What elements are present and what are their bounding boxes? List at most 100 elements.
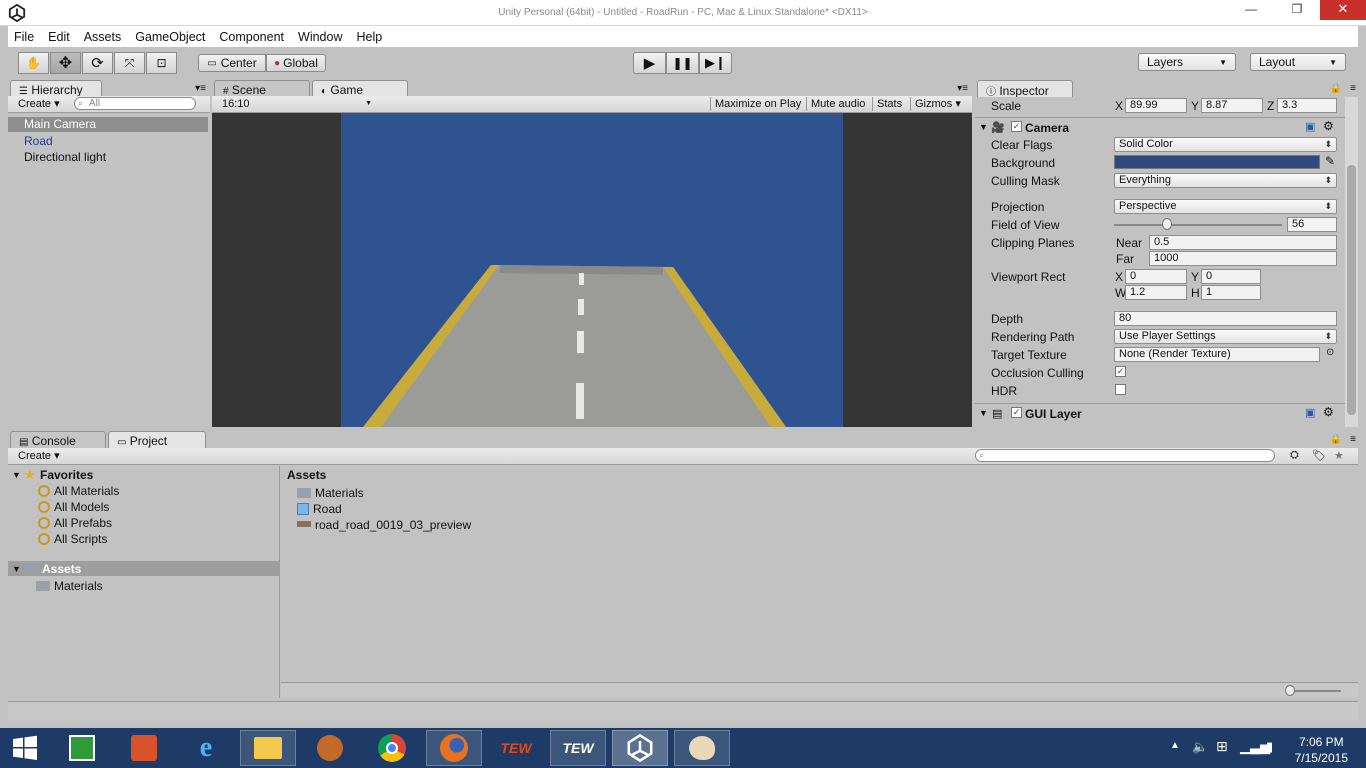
foldout-arrow-icon[interactable]: ▼ <box>12 564 21 574</box>
scale-y-field[interactable]: 8.87 <box>1201 98 1263 113</box>
chrome-icon[interactable] <box>364 730 420 766</box>
hierarchy-item-main-camera[interactable]: Main Camera <box>8 117 208 132</box>
inspector-scrollbar[interactable] <box>1345 97 1358 427</box>
maximize-button[interactable]: ❐ <box>1274 0 1320 20</box>
favorite-all-scripts[interactable]: All Scripts <box>38 532 107 546</box>
menu-edit[interactable]: Edit <box>42 30 78 44</box>
menu-window[interactable]: Window <box>292 30 350 44</box>
lock-icon[interactable]: 🔒 <box>1330 434 1342 445</box>
near-field[interactable]: 0.5 <box>1149 235 1337 250</box>
store-app-icon[interactable] <box>54 730 110 766</box>
occlusion-culling-checkbox[interactable]: ✓ <box>1115 366 1126 377</box>
asset-item-materials[interactable]: Materials <box>297 486 364 500</box>
pause-button[interactable]: ❚❚ <box>666 52 699 74</box>
camera-enabled-checkbox[interactable]: ✓ <box>1011 121 1022 132</box>
lock-icon[interactable]: 🔒 <box>1330 83 1342 94</box>
mute-audio-toggle[interactable]: Mute audio <box>806 97 869 111</box>
hdr-checkbox[interactable] <box>1115 384 1126 395</box>
fov-slider-track[interactable] <box>1114 224 1282 226</box>
favorite-all-prefabs[interactable]: All Prefabs <box>38 516 112 530</box>
gui-layer-enabled-checkbox[interactable]: ✓ <box>1011 407 1022 418</box>
tew2013-app-icon[interactable]: TEW <box>550 730 606 766</box>
space-global-toggle[interactable]: ● Global <box>266 54 326 72</box>
asset-item-road[interactable]: Road <box>297 502 342 516</box>
windows-flag-icon[interactable]: ⊞ <box>1216 738 1228 755</box>
panel-menu-icon[interactable]: ≡ <box>1350 434 1356 445</box>
background-color-swatch[interactable] <box>1114 155 1320 169</box>
rect-tool-button[interactable]: ⊡ <box>146 52 177 74</box>
file-explorer-icon[interactable] <box>240 730 296 766</box>
component-gear-icon[interactable]: ⚙ <box>1323 405 1334 419</box>
project-search-input[interactable]: ⌕ <box>975 449 1275 462</box>
app-icon-2[interactable] <box>302 730 358 766</box>
far-field[interactable]: 1000 <box>1149 251 1337 266</box>
search-by-label-icon[interactable]: 🏷 <box>1312 449 1326 462</box>
component-gear-icon[interactable]: ⚙ <box>1323 119 1334 133</box>
scale-z-field[interactable]: 3.3 <box>1277 98 1337 113</box>
foldout-arrow-icon[interactable]: ▼ <box>979 122 988 132</box>
foldout-arrow-icon[interactable]: ▼ <box>979 408 988 418</box>
hierarchy-item-road[interactable]: Road <box>24 134 53 148</box>
step-button[interactable]: ▶❙ <box>699 52 732 74</box>
app-icon-1[interactable] <box>116 730 172 766</box>
hierarchy-search-input[interactable]: ⌕ All <box>74 97 196 110</box>
viewport-y-field[interactable]: 0 <box>1201 269 1261 284</box>
help-book-icon[interactable]: ▣ <box>1305 406 1315 419</box>
menu-help[interactable]: Help <box>350 30 390 44</box>
close-button[interactable]: ✕ <box>1320 0 1366 20</box>
panel-menu-icon[interactable]: ▾≡ <box>195 83 206 94</box>
object-picker-icon[interactable]: ⊙ <box>1326 347 1334 358</box>
minimize-button[interactable]: — <box>1228 0 1274 20</box>
scale-tool-button[interactable]: ⤧ <box>114 52 145 74</box>
asset-item-road-texture[interactable]: road_road_0019_03_preview <box>297 518 471 532</box>
projection-dropdown[interactable]: Perspective <box>1114 199 1337 214</box>
maximize-on-play-toggle[interactable]: Maximize on Play <box>710 97 805 111</box>
target-texture-field[interactable]: None (Render Texture) <box>1114 347 1320 362</box>
menu-component[interactable]: Component <box>213 30 292 44</box>
rotate-tool-button[interactable]: ⟳ <box>82 52 113 74</box>
search-by-type-icon[interactable]: ⛭ <box>1290 449 1299 462</box>
hierarchy-item-directional-light[interactable]: Directional light <box>24 150 106 164</box>
favorite-all-models[interactable]: All Models <box>38 500 109 514</box>
project-create-button[interactable]: Create ▾ <box>14 449 64 463</box>
tab-console[interactable]: ▤ Console <box>10 431 106 449</box>
rendering-path-dropdown[interactable]: Use Player Settings <box>1114 329 1337 344</box>
stats-toggle[interactable]: Stats <box>872 97 906 111</box>
eyedropper-icon[interactable]: ✎ <box>1325 154 1335 168</box>
favorite-star-icon[interactable]: ★ <box>1334 449 1344 462</box>
viewport-h-field[interactable]: 1 <box>1201 285 1261 300</box>
move-tool-button[interactable]: ✥ <box>50 52 81 74</box>
tab-project[interactable]: ▭ Project <box>108 431 206 449</box>
favorite-all-materials[interactable]: All Materials <box>38 484 119 498</box>
start-button[interactable] <box>0 730 50 766</box>
icon-size-slider-track[interactable] <box>1291 690 1341 692</box>
help-book-icon[interactable]: ▣ <box>1305 120 1315 133</box>
aspect-dropdown[interactable]: 16:10 ▼ <box>218 97 374 111</box>
internet-explorer-icon[interactable]: e <box>178 730 234 766</box>
taskbar-clock[interactable]: 7:06 PM 7/15/2015 <box>1295 734 1348 766</box>
hierarchy-create-button[interactable]: Create ▾ <box>14 97 64 111</box>
fov-field[interactable]: 56 <box>1287 217 1337 232</box>
tab-inspector[interactable]: ⓘ Inspector <box>977 80 1073 98</box>
battery-icon[interactable]: ▮ <box>1266 739 1273 755</box>
panel-menu-icon[interactable]: ≡ <box>1350 83 1356 94</box>
tew-app-icon[interactable]: TEW <box>488 730 544 766</box>
depth-field[interactable]: 80 <box>1114 311 1337 326</box>
layout-dropdown[interactable]: Layout ▼ <box>1250 53 1346 71</box>
inspector-scroll-thumb[interactable] <box>1347 165 1356 415</box>
assets-root-item[interactable]: Assets <box>24 562 81 576</box>
menu-file[interactable]: File <box>8 30 42 44</box>
icon-size-slider-handle[interactable] <box>1285 685 1295 696</box>
show-hidden-icons-icon[interactable]: ▲ <box>1170 740 1180 751</box>
tree-item-materials[interactable]: Materials <box>36 579 103 593</box>
volume-icon[interactable]: 🔈 <box>1192 739 1208 755</box>
menu-assets[interactable]: Assets <box>78 30 130 44</box>
menu-gameobject[interactable]: GameObject <box>129 30 213 44</box>
foldout-arrow-icon[interactable]: ▼ <box>12 470 21 480</box>
pivot-center-toggle[interactable]: ▭ Center <box>198 54 266 72</box>
fov-slider-handle[interactable] <box>1162 218 1172 230</box>
viewport-w-field[interactable]: 1.2 <box>1125 285 1187 300</box>
paint-app-icon[interactable] <box>674 730 730 766</box>
culling-mask-dropdown[interactable]: Everything <box>1114 173 1337 188</box>
play-button[interactable]: ▶ <box>633 52 666 74</box>
